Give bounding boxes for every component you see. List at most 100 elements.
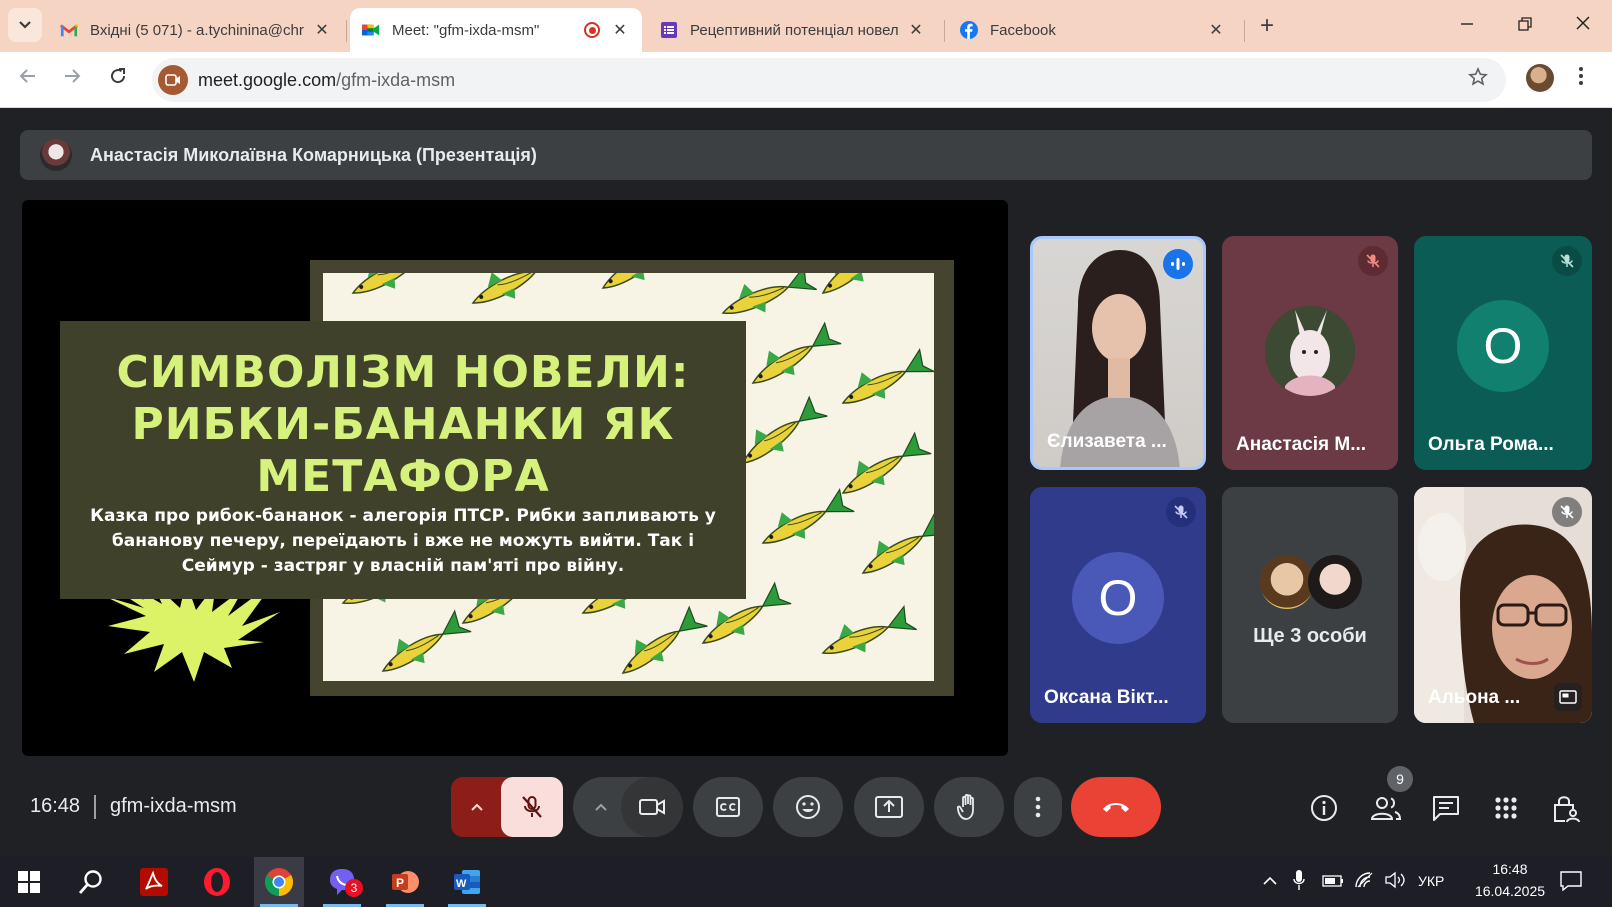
svg-text:P: P — [396, 876, 404, 890]
tab-facebook[interactable]: Facebook ✕ — [948, 8, 1238, 52]
people-button[interactable] — [1368, 790, 1404, 826]
tab-search-button[interactable] — [8, 8, 42, 42]
chrome-icon — [265, 868, 293, 896]
more-vert-icon — [1035, 796, 1041, 818]
word-icon: W — [454, 870, 480, 894]
site-info-icon[interactable] — [158, 65, 188, 95]
chevron-up-icon — [1263, 876, 1277, 885]
svg-text:W: W — [456, 878, 467, 890]
tray-battery[interactable] — [1322, 874, 1344, 892]
tab-title: Вхідні (5 071) - a.tychinina@chr — [90, 21, 304, 39]
video-options-button[interactable] — [581, 777, 621, 837]
tab-meet[interactable]: Meet: "gfm-ixda-msm" ✕ — [350, 8, 642, 52]
meeting-clock: 16:48 — [30, 795, 81, 817]
clock-divider — [94, 795, 96, 819]
raise-hand-button[interactable] — [934, 777, 1004, 837]
tab-gmail[interactable]: Вхідні (5 071) - a.tychinina@chr ✕ — [48, 8, 344, 52]
browser-toolbar: meet.google.com/gfm-ixda-msm — [0, 52, 1612, 108]
camera-button[interactable] — [621, 777, 683, 837]
gmail-icon — [60, 21, 78, 39]
bookmark-star-button[interactable] — [1468, 67, 1488, 93]
new-tab-button[interactable]: + — [1252, 12, 1282, 42]
reload-button[interactable] — [102, 64, 134, 96]
taskbar-acrobat[interactable] — [129, 857, 179, 907]
group-avatar — [1260, 555, 1314, 609]
participant-name: Анастасія М... — [1236, 434, 1367, 455]
back-arrow-icon — [19, 69, 35, 83]
reload-icon — [111, 68, 126, 84]
audio-options-button[interactable] — [451, 777, 503, 837]
tray-microphone[interactable] — [1293, 869, 1305, 896]
unmute-button[interactable] — [501, 777, 563, 837]
participant-tile[interactable]: Анастасія М... — [1222, 236, 1398, 470]
show-hidden-icons-button[interactable] — [1262, 873, 1278, 891]
meeting-details-button[interactable] — [1306, 790, 1342, 826]
more-options-button[interactable] — [1014, 777, 1062, 837]
opera-icon — [204, 868, 230, 896]
restore-icon — [1518, 17, 1532, 31]
back-button[interactable] — [12, 64, 44, 96]
meeting-code: gfm-ixda-msm — [110, 795, 237, 817]
info-icon — [1311, 795, 1337, 821]
notification-center-button[interactable] — [1560, 871, 1582, 896]
tray-volume[interactable] — [1384, 871, 1406, 894]
participant-tile[interactable]: Єлизавета ... — [1030, 236, 1206, 470]
captions-button[interactable] — [693, 777, 763, 837]
presenter-banner: Анастасія Миколаївна Комарницька (Презен… — [20, 130, 1592, 180]
group-avatar — [1308, 555, 1362, 609]
taskbar-opera[interactable] — [192, 857, 242, 907]
address-bar[interactable]: meet.google.com/gfm-ixda-msm — [152, 58, 1506, 102]
participant-avatar — [1265, 306, 1355, 396]
closed-captions-icon — [716, 797, 740, 817]
restore-button[interactable] — [1510, 10, 1540, 40]
search-icon — [78, 870, 102, 894]
participant-tile[interactable]: Альона ... — [1414, 487, 1592, 723]
start-button[interactable] — [4, 857, 54, 907]
taskbar-viber[interactable]: 3 — [317, 857, 367, 907]
forward-button[interactable] — [56, 64, 88, 96]
facebook-icon — [960, 21, 978, 39]
forward-arrow-icon — [65, 69, 81, 83]
close-tab-icon[interactable]: ✕ — [312, 20, 332, 40]
chat-button[interactable] — [1428, 790, 1464, 826]
url-host: meet.google.com — [198, 70, 337, 90]
close-window-button[interactable] — [1568, 10, 1598, 40]
activities-button[interactable] — [1488, 790, 1524, 826]
picture-in-picture-icon[interactable] — [1554, 683, 1582, 711]
taskbar-word[interactable]: W — [442, 857, 492, 907]
leave-call-button[interactable] — [1071, 777, 1161, 837]
reactions-button[interactable] — [773, 777, 843, 837]
profile-avatar[interactable] — [1526, 64, 1554, 92]
forms-icon — [660, 21, 678, 39]
presentation-stage[interactable]: СИМВОЛІЗМ НОВЕЛИ: РИБКИ-БАНАНКИ ЯК МЕТАФ… — [22, 200, 1008, 756]
microphone-icon — [1293, 870, 1305, 890]
close-tab-icon[interactable]: ✕ — [610, 20, 630, 40]
present-button[interactable] — [854, 777, 924, 837]
taskbar-search-button[interactable] — [66, 857, 116, 907]
notification-icon — [1560, 871, 1582, 892]
participant-tile[interactable]: О Ольга Рома... — [1414, 236, 1592, 470]
tray-clock-time[interactable]: 16:48 — [1480, 861, 1540, 877]
input-language[interactable]: УКР — [1418, 873, 1444, 889]
slide-title: СИМВОЛІЗМ НОВЕЛИ: РИБКИ-БАНАНКИ ЯК МЕТАФ… — [116, 347, 690, 502]
minimize-icon — [1461, 23, 1473, 25]
slide-text-box: СИМВОЛІЗМ НОВЕЛИ: РИБКИ-БАНАНКИ ЯК МЕТАФ… — [60, 321, 746, 599]
tray-network[interactable] — [1354, 871, 1374, 894]
taskbar-powerpoint[interactable]: P — [380, 857, 430, 907]
presenter-avatar — [40, 139, 72, 171]
participant-name: Альона ... — [1428, 687, 1521, 708]
muted-mic-icon — [1358, 246, 1388, 276]
taskbar-chrome[interactable] — [254, 857, 304, 907]
participant-tile[interactable]: О Оксана Вікт... — [1030, 487, 1206, 723]
browser-menu-button[interactable] — [1578, 66, 1584, 90]
minimize-button[interactable] — [1452, 10, 1482, 40]
windows-taskbar: 3 P W УКР 16:48 16.04.2025 — [0, 857, 1612, 907]
close-tab-icon[interactable]: ✕ — [906, 20, 926, 40]
close-tab-icon[interactable]: ✕ — [1206, 20, 1226, 40]
tab-forms[interactable]: Рецептивний потенціал новел ✕ — [648, 8, 938, 52]
participant-group-tile[interactable]: Ще 3 особи — [1222, 487, 1398, 723]
tray-clock-date[interactable]: 16.04.2025 — [1465, 883, 1555, 899]
host-controls-button[interactable] — [1548, 790, 1584, 826]
emoji-icon — [796, 795, 820, 819]
browser-tab-strip: Вхідні (5 071) - a.tychinina@chr ✕ Meet:… — [0, 0, 1612, 52]
